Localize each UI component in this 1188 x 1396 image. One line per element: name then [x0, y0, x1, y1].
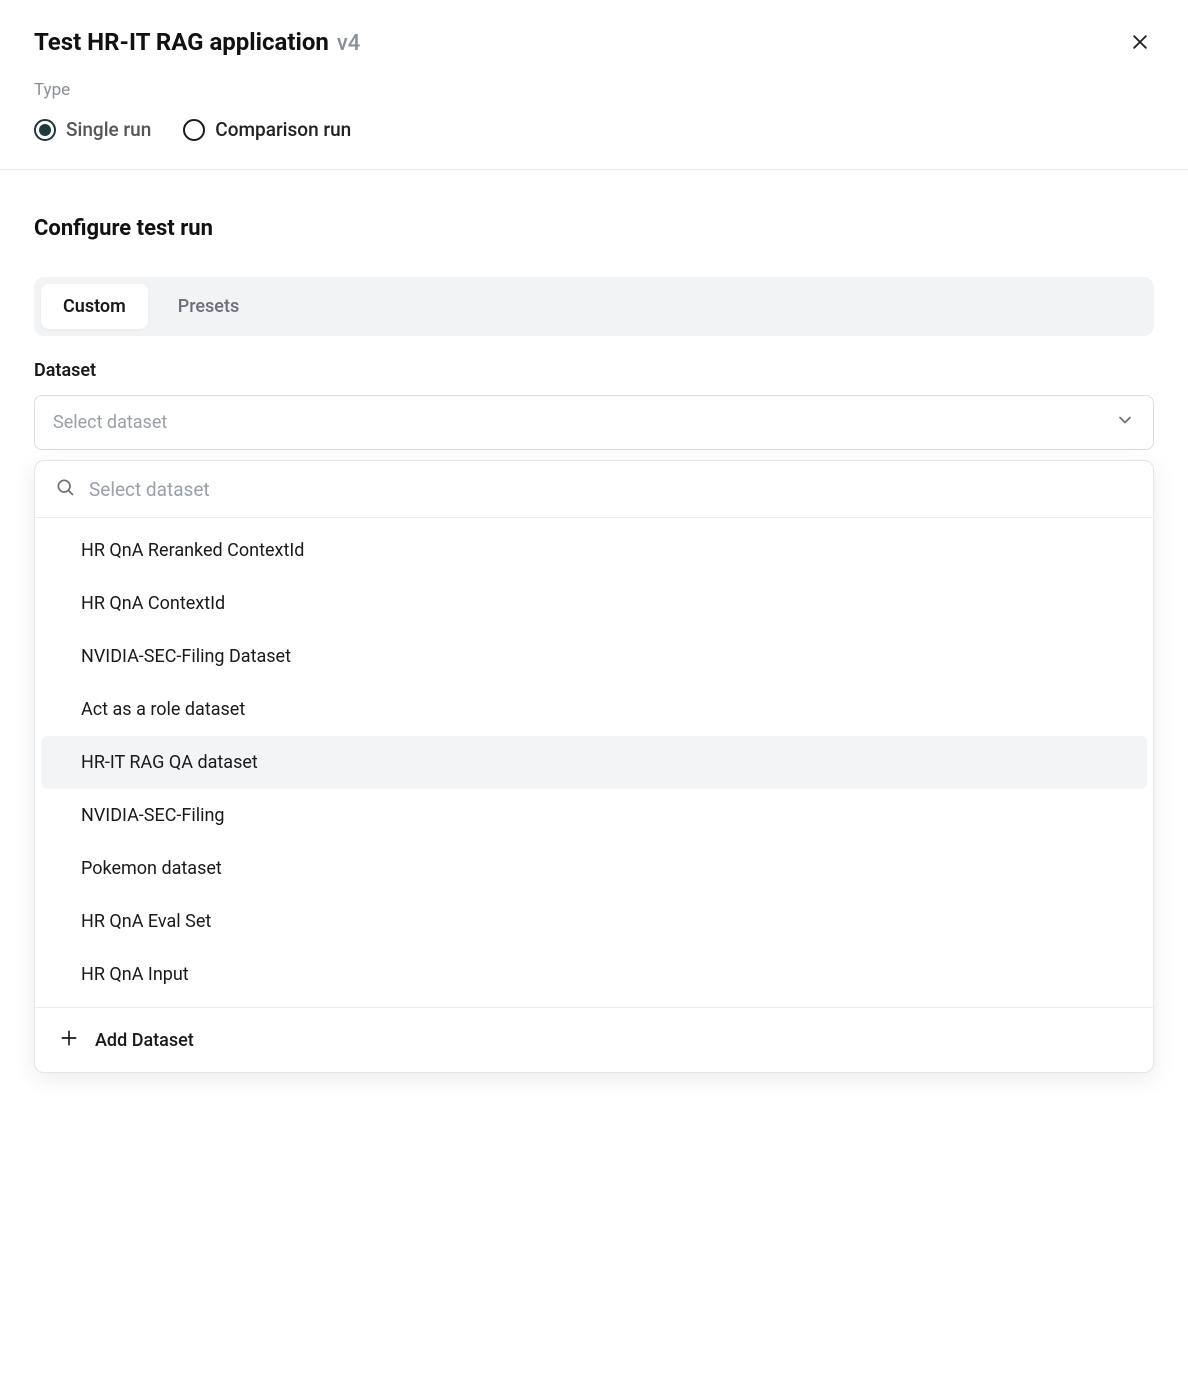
dataset-option[interactable]: HR QnA Eval Set — [41, 895, 1147, 948]
close-icon — [1130, 37, 1150, 56]
close-button[interactable] — [1126, 28, 1154, 60]
dataset-search-input[interactable] — [89, 478, 1133, 501]
dataset-option[interactable]: HR QnA ContextId — [41, 577, 1147, 630]
tab-presets[interactable]: Presets — [156, 284, 262, 329]
add-dataset-label: Add Dataset — [95, 1030, 194, 1051]
header-left: Test HR-IT RAG application v4 Type Singl… — [34, 28, 360, 141]
dataset-option[interactable]: NVIDIA-SEC-Filing — [41, 789, 1147, 842]
run-type-radio-group: Single run Comparison run — [34, 118, 360, 141]
search-icon — [55, 477, 75, 501]
dataset-option[interactable]: HR QnA Reranked ContextId — [41, 524, 1147, 577]
config-tabbar: Custom Presets — [34, 277, 1154, 336]
radio-single-run[interactable]: Single run — [34, 118, 151, 141]
dialog-header: Test HR-IT RAG application v4 Type Singl… — [0, 0, 1188, 170]
dialog-title: Test HR-IT RAG application — [34, 28, 329, 56]
version-badge: v4 — [337, 31, 360, 56]
dataset-option[interactable]: HR QnA Input — [41, 948, 1147, 1001]
dataset-field-label: Dataset — [34, 360, 1154, 381]
dataset-select-placeholder: Select dataset — [53, 412, 167, 433]
radio-icon — [34, 119, 56, 141]
dialog-body: Configure test run Custom Presets Datase… — [0, 170, 1188, 1107]
dataset-option[interactable]: HR-IT RAG QA dataset — [41, 736, 1147, 789]
type-label: Type — [34, 80, 360, 100]
radio-label-single: Single run — [66, 118, 151, 141]
add-dataset-button[interactable]: Add Dataset — [35, 1007, 1153, 1072]
plus-icon — [59, 1028, 79, 1052]
radio-icon — [183, 119, 205, 141]
radio-label-comparison: Comparison run — [215, 118, 351, 141]
type-block: Type Single run Comparison run — [34, 80, 360, 141]
title-row: Test HR-IT RAG application v4 — [34, 28, 360, 56]
dataset-options-list: HR QnA Reranked ContextIdHR QnA ContextI… — [35, 518, 1153, 1007]
dataset-search-row — [35, 461, 1153, 518]
dataset-select-trigger[interactable]: Select dataset — [34, 395, 1154, 450]
section-title: Configure test run — [34, 216, 1154, 241]
dataset-option[interactable]: Pokemon dataset — [41, 842, 1147, 895]
dataset-dropdown: HR QnA Reranked ContextIdHR QnA ContextI… — [34, 460, 1154, 1073]
dataset-option[interactable]: NVIDIA-SEC-Filing Dataset — [41, 630, 1147, 683]
radio-comparison-run[interactable]: Comparison run — [183, 118, 351, 141]
dataset-option[interactable]: Act as a role dataset — [41, 683, 1147, 736]
tab-custom[interactable]: Custom — [41, 284, 148, 329]
chevron-down-icon — [1115, 410, 1135, 435]
